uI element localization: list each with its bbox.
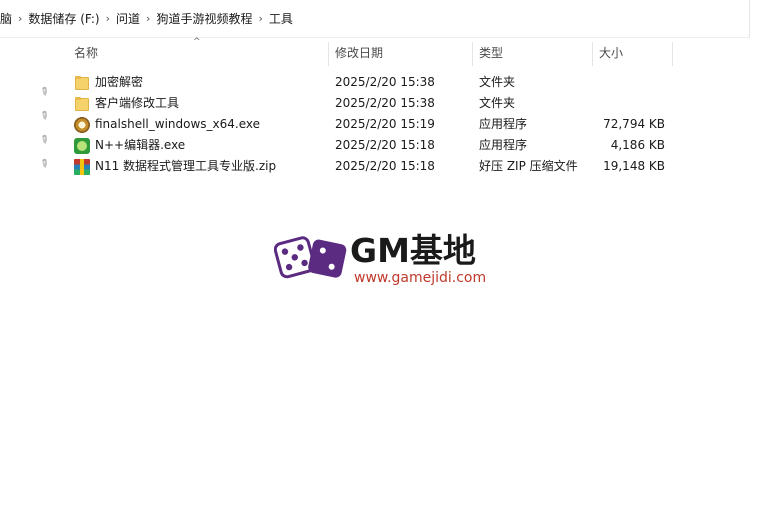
breadcrumb: 脑 › 数据储存 (F:) › 问道 › 狗道手游视频教程 › 工具 bbox=[0, 0, 750, 38]
watermark: GM基地 www.gamejidi.com bbox=[273, 226, 494, 288]
file-name: N11 数据程式管理工具专业版.zip bbox=[95, 159, 277, 173]
chevron-right-icon[interactable]: › bbox=[146, 12, 150, 25]
breadcrumb-item[interactable]: 问道 bbox=[116, 10, 140, 27]
watermark-url: www.gamejidi.com bbox=[354, 270, 487, 286]
file-date: 2025/2/20 15:19 bbox=[335, 117, 435, 131]
chevron-right-icon[interactable]: › bbox=[258, 12, 262, 25]
file-row-folder-encrypt[interactable]: 加密解密 2025/2/20 15:38 文件夹 bbox=[0, 72, 700, 93]
file-type: 文件夹 bbox=[479, 96, 516, 110]
file-date: 2025/2/20 15:18 bbox=[335, 159, 435, 173]
column-header-row: 名称 修改日期 类型 大小 bbox=[0, 40, 700, 66]
breadcrumb-item[interactable]: 狗道手游视频教程 bbox=[156, 10, 252, 27]
file-row-folder-client-tool[interactable]: 客户端修改工具 2025/2/20 15:38 文件夹 bbox=[0, 93, 700, 114]
file-row-zip[interactable]: N11 数据程式管理工具专业版.zip 2025/2/20 15:18 好压 Z… bbox=[0, 156, 700, 177]
file-type: 文件夹 bbox=[479, 75, 516, 89]
address-bar-edge bbox=[749, 0, 763, 38]
chevron-right-icon[interactable]: › bbox=[18, 12, 22, 25]
file-size: 4,186 KB bbox=[610, 138, 665, 152]
file-name: 客户端修改工具 bbox=[95, 96, 180, 110]
file-list: 加密解密 2025/2/20 15:38 文件夹 客户端修改工具 2025/2/… bbox=[0, 72, 700, 177]
file-type: 应用程序 bbox=[479, 117, 528, 131]
breadcrumb-item[interactable]: 数据储存 (F:) bbox=[28, 10, 99, 27]
dice-logo-icon bbox=[273, 236, 347, 279]
file-name: N++编辑器.exe bbox=[95, 138, 186, 152]
file-date: 2025/2/20 15:38 bbox=[335, 75, 435, 89]
file-size: 19,148 KB bbox=[603, 159, 665, 173]
watermark-title: GM基地 bbox=[350, 231, 476, 270]
column-header-type[interactable]: 类型 bbox=[473, 40, 590, 66]
file-row-finalshell[interactable]: finalshell_windows_x64.exe 2025/2/20 15:… bbox=[0, 114, 700, 135]
finalshell-app-icon bbox=[74, 116, 90, 133]
file-size: 72,794 KB bbox=[603, 117, 665, 131]
column-header-name[interactable]: 名称 bbox=[68, 40, 326, 66]
file-type: 应用程序 bbox=[479, 138, 528, 152]
file-type: 好压 ZIP 压缩文件 bbox=[479, 159, 578, 173]
file-row-notepad[interactable]: N++编辑器.exe 2025/2/20 15:18 应用程序 4,186 KB bbox=[0, 135, 700, 156]
file-date: 2025/2/20 15:38 bbox=[335, 96, 435, 110]
breadcrumb-item[interactable]: 工具 bbox=[269, 10, 293, 27]
breadcrumb-item[interactable]: 脑 bbox=[0, 10, 12, 27]
folder-icon bbox=[74, 96, 90, 112]
column-header-size[interactable]: 大小 bbox=[593, 40, 671, 66]
column-header-date[interactable]: 修改日期 bbox=[329, 40, 471, 66]
notepad-plus-plus-icon bbox=[74, 137, 90, 154]
file-date: 2025/2/20 15:18 bbox=[335, 138, 435, 152]
chevron-right-icon[interactable]: › bbox=[106, 12, 110, 25]
zip-archive-icon bbox=[74, 158, 90, 175]
file-name: 加密解密 bbox=[95, 75, 144, 89]
file-name: finalshell_windows_x64.exe bbox=[95, 117, 261, 131]
folder-icon bbox=[74, 75, 90, 91]
